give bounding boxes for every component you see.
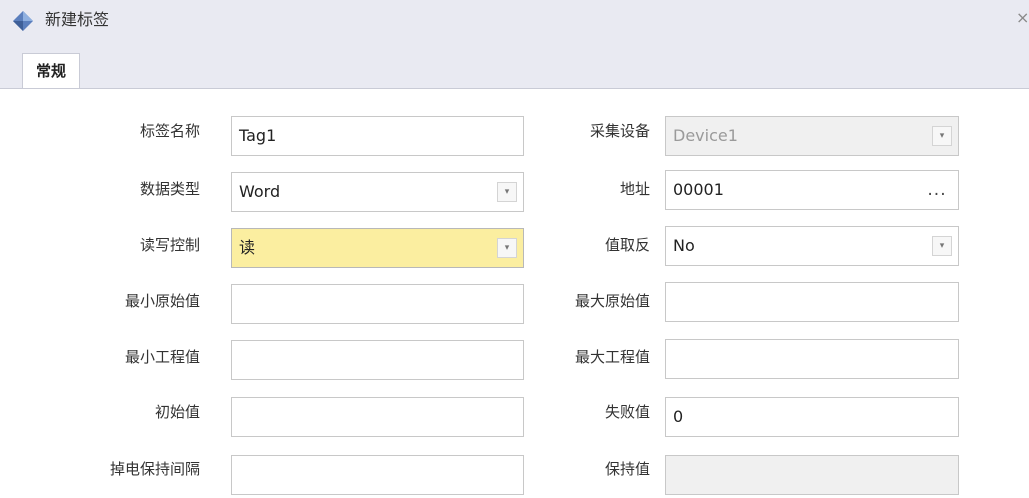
min-raw-input[interactable] <box>231 284 524 324</box>
tab-general[interactable]: 常规 <box>22 53 80 89</box>
data-type-value: Word <box>239 182 281 201</box>
initial-value-label: 初始值 <box>154 403 200 421</box>
min-eng-input[interactable] <box>231 340 524 380</box>
device-select[interactable]: Device1 ▾ <box>665 116 959 156</box>
address-input[interactable]: 00001 ... <box>665 170 959 210</box>
rw-control-label: 读写控制 <box>139 236 200 254</box>
chevron-down-icon[interactable]: ▾ <box>497 238 517 258</box>
data-type-label: 数据类型 <box>139 180 200 198</box>
max-eng-label: 最大工程值 <box>574 348 650 366</box>
hold-value-label: 保持值 <box>604 460 650 478</box>
rw-control-select[interactable]: 读 ▾ <box>231 228 524 268</box>
address-value: 00001 <box>673 180 724 199</box>
title-bar: 新建标签 × <box>0 0 1029 43</box>
rw-control-value: 读 <box>239 238 256 257</box>
initial-value-input[interactable] <box>231 397 524 437</box>
window-title: 新建标签 <box>45 10 110 29</box>
fail-value-input[interactable]: 0 <box>665 397 959 437</box>
invert-value: No <box>673 236 695 255</box>
fail-value-value: 0 <box>673 407 684 426</box>
data-type-select[interactable]: Word ▾ <box>231 172 524 212</box>
hold-value-input[interactable] <box>665 455 959 495</box>
max-raw-input[interactable] <box>665 282 959 322</box>
chevron-down-icon[interactable]: ▾ <box>932 126 952 146</box>
tag-name-value: Tag1 <box>239 126 277 145</box>
max-eng-input[interactable] <box>665 339 959 379</box>
invert-select[interactable]: No ▾ <box>665 226 959 266</box>
max-raw-label: 最大原始值 <box>574 292 650 310</box>
tab-strip: 常规 <box>0 43 1029 89</box>
power-hold-interval-label: 掉电保持间隔 <box>109 460 200 478</box>
chevron-down-icon[interactable]: ▾ <box>932 236 952 256</box>
tag-name-input[interactable]: Tag1 <box>231 116 524 156</box>
min-raw-label: 最小原始值 <box>124 292 200 310</box>
fail-value-label: 失败值 <box>604 403 650 421</box>
device-label: 采集设备 <box>589 122 650 140</box>
device-value: Device1 <box>673 126 738 145</box>
close-button[interactable]: × <box>1016 8 1029 28</box>
tag-diamond-icon <box>12 10 34 32</box>
invert-label: 值取反 <box>604 236 650 254</box>
browse-button[interactable]: ... <box>922 179 952 203</box>
chevron-down-icon[interactable]: ▾ <box>497 182 517 202</box>
tag-name-label: 标签名称 <box>139 122 200 140</box>
power-hold-interval-input[interactable] <box>231 455 524 495</box>
min-eng-label: 最小工程值 <box>124 348 200 366</box>
address-label: 地址 <box>619 180 650 198</box>
